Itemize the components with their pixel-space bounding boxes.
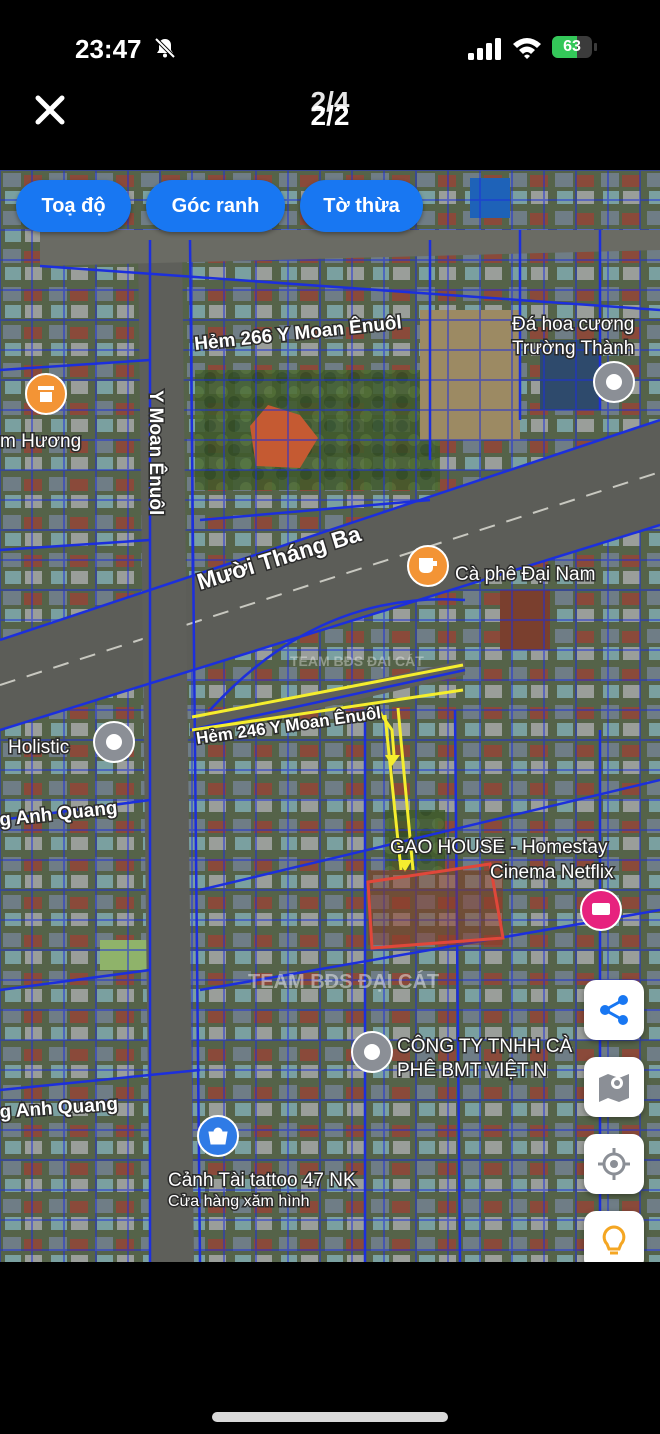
map-layer-button[interactable]	[584, 1057, 644, 1117]
pin-blue-tattoo[interactable]	[197, 1115, 239, 1157]
image-counter: 2/2	[310, 100, 350, 131]
pin-pink-gao-house[interactable]	[580, 889, 622, 931]
poi-gao-line2: Cinema Netflix	[490, 862, 614, 883]
poi-congty-line1: CÔNG TY TNHH CÀ	[397, 1035, 573, 1057]
poi-congty-line2: PHÊ BMT VIỆT N	[397, 1059, 547, 1081]
poi-caphe: Cà phê Đại Nam	[455, 564, 595, 585]
battery-indicator: 63	[552, 36, 598, 60]
watermark-top: TEAM BĐS ĐẠI CÁT	[290, 653, 424, 669]
pin-gray-dahoa[interactable]	[593, 361, 635, 403]
street-label-y-moan: Y Moan Ênuôl	[145, 390, 167, 515]
locate-button[interactable]	[584, 1134, 644, 1194]
pin-gray-congty[interactable]	[351, 1031, 393, 1073]
viewer-topbar: 2/4 2/2	[0, 80, 660, 140]
bell-slash-icon	[154, 37, 176, 59]
chip-to-thua[interactable]: Tờ thừa	[300, 180, 423, 232]
locate-icon	[598, 1148, 630, 1180]
pin-coffee-dai-nam[interactable]	[407, 545, 449, 587]
poi-dahoa-line1: Đá hoa cương	[512, 314, 634, 335]
cadastral-map[interactable]: TEAM BĐS ĐẠI CÁT TEAM BĐS ĐẠI CÁT Hẻm 26…	[0, 170, 660, 1262]
poi-tattoo-name: Cảnh Tài tattoo 47 NK	[168, 1170, 356, 1191]
share-button[interactable]	[584, 980, 644, 1040]
cellular-signal-icon	[468, 38, 501, 60]
poi-dahoa-line2: Trường Thành	[512, 338, 634, 359]
poi-holistic: Holistic	[8, 737, 69, 758]
status-time: 23:47	[75, 34, 142, 64]
share-icon	[600, 995, 628, 1025]
map-icon	[599, 1074, 629, 1102]
tips-button[interactable]	[584, 1211, 644, 1262]
pin-gray-holistic[interactable]	[93, 721, 135, 763]
battery-percent: 63	[563, 38, 581, 55]
watermark-bottom: TEAM BĐS ĐẠI CÁT	[248, 970, 439, 993]
pin-orange-huong[interactable]	[25, 373, 67, 415]
chip-goc-ranh[interactable]: Góc ranh	[146, 180, 285, 232]
poi-tattoo-sub: Cửa hàng xăm hình	[168, 1193, 309, 1210]
wifi-icon	[513, 38, 541, 59]
map-canvas: TEAM BĐS ĐẠI CÁT TEAM BĐS ĐẠI CÁT Hẻm 26…	[0, 170, 660, 1262]
home-indicator[interactable]	[212, 1412, 448, 1422]
lightbulb-icon	[602, 1225, 626, 1255]
poi-gao-line1: GAO HOUSE - Homestay	[390, 837, 608, 858]
poi-huong: m Hương	[0, 431, 81, 452]
status-bar: 23:47 63	[0, 0, 660, 90]
chip-toa-do[interactable]: Toạ độ	[16, 180, 131, 232]
